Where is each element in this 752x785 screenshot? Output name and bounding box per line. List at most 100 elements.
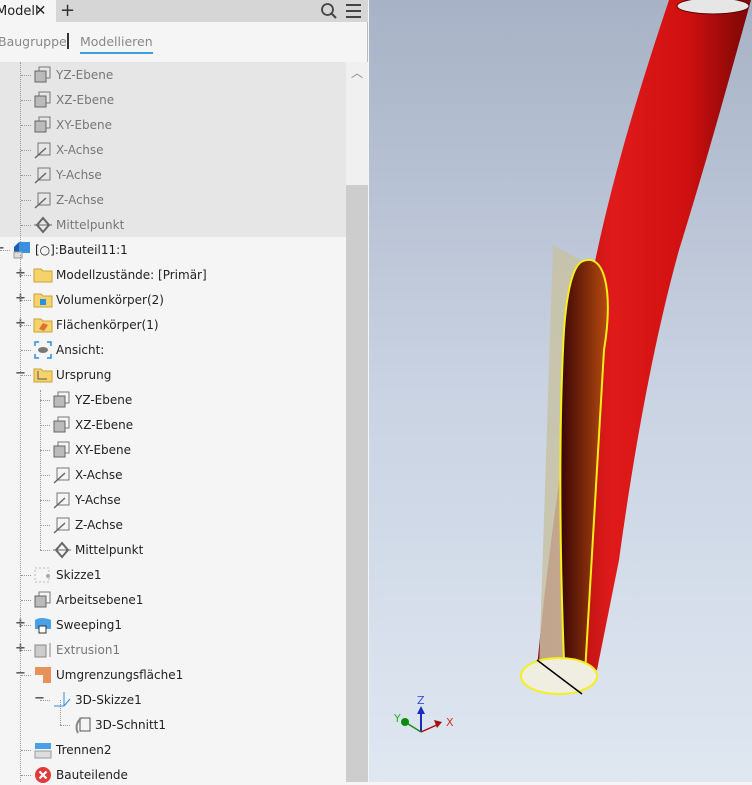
tab-modellieren[interactable]: Modellieren: [80, 34, 153, 54]
tree-item[interactable]: [○]:Bauteil11:1: [12, 240, 128, 260]
plane-icon: [34, 116, 51, 133]
plane-icon: [34, 91, 51, 108]
tree-item[interactable]: X-Achse: [52, 465, 123, 485]
z-axis-label: Z: [417, 694, 425, 707]
tree-connector: [60, 725, 70, 726]
tree-item-label: Sweeping1: [56, 618, 123, 632]
tree-item-label: XY-Ebene: [56, 118, 113, 132]
tube-top-opening: [676, 0, 750, 15]
tree-item[interactable]: XZ-Ebene: [52, 415, 133, 435]
tree-item-label: Ursprung: [56, 368, 112, 382]
tree-item[interactable]: XY-Ebene: [52, 440, 131, 460]
tree-item[interactable]: Volumenkörper(2): [33, 290, 164, 310]
tree-connector: [40, 525, 50, 526]
tree-item[interactable]: Mittelpunkt: [33, 215, 124, 235]
tree-item-label: Modellzustände: [Primär]: [56, 268, 207, 282]
tree-item-label: XZ-Ebene: [56, 93, 115, 107]
browser-mode-tabs: Baugruppe Modellieren: [0, 30, 346, 56]
tree-item[interactable]: Modellzustände: [Primär]: [33, 265, 207, 285]
tree-item-label: Z-Achse: [56, 193, 104, 207]
tree-item-label: XY-Ebene: [75, 443, 132, 457]
plane-icon: [53, 391, 70, 408]
tree-item-label: Umgrenzungsfläche1: [56, 668, 184, 682]
collapse-icon[interactable]: −: [0, 241, 5, 256]
tree-connector: [40, 475, 50, 476]
tree-item-label: Y-Achse: [56, 168, 102, 182]
boundary-patch-icon: [35, 667, 51, 683]
scroll-up-icon[interactable]: ︿: [351, 64, 363, 81]
tree-item[interactable]: YZ-Ebene: [33, 65, 113, 85]
tree-item-label: Arbeitsebene1: [56, 593, 144, 607]
tree-item[interactable]: Z-Achse: [33, 190, 104, 210]
collapse-icon[interactable]: −: [34, 691, 45, 706]
intersection-curve-icon: [75, 717, 91, 734]
axis-icon: [53, 467, 70, 484]
tree-item-label: [○]:Bauteil11:1: [35, 243, 128, 257]
tree-connector: [21, 600, 31, 601]
view-triad[interactable]: Z Y X: [391, 694, 461, 738]
tree-connector: [40, 400, 50, 401]
tree-item[interactable]: Ursprung: [33, 365, 111, 385]
3d-viewport[interactable]: Z Y X: [369, 0, 752, 782]
tree-item[interactable]: XY-Ebene: [33, 115, 112, 135]
point-icon: [34, 216, 52, 234]
axis-icon: [53, 517, 70, 534]
surface-bodies-folder-icon: [33, 318, 53, 333]
scrollbar[interactable]: ︿: [346, 62, 368, 782]
tree-item[interactable]: Skizze1: [33, 565, 102, 585]
tree-item[interactable]: YZ-Ebene: [52, 390, 132, 410]
close-icon[interactable]: ✕: [35, 3, 47, 19]
tree-item-label: Y-Achse: [75, 493, 121, 507]
tree-item[interactable]: Umgrenzungsfläche1: [33, 665, 183, 685]
origin-folder-icon: [33, 368, 53, 383]
tree-item[interactable]: Trennen2: [33, 740, 111, 760]
tree-connector: [21, 125, 31, 126]
tree-item-label: 3D-Skizze1: [75, 693, 142, 707]
axis-icon: [34, 167, 51, 184]
tree-item-label: YZ-Ebene: [75, 393, 133, 407]
3d-sketch-icon: [54, 692, 71, 707]
tree-item[interactable]: Ansicht:: [33, 340, 104, 360]
tree-connector: [21, 150, 31, 151]
tree-guide-line: [20, 255, 21, 782]
tree-item[interactable]: Z-Achse: [52, 515, 123, 535]
tree-guide-line: [40, 390, 41, 550]
tree-connector: [21, 775, 31, 776]
plane-icon: [53, 441, 70, 458]
menu-icon[interactable]: [346, 3, 362, 19]
tree-item-label: YZ-Ebene: [56, 68, 114, 82]
tree-item[interactable]: Extrusion1: [33, 640, 120, 660]
tree-connector: [21, 100, 31, 101]
tree-item-label: Mittelpunkt: [75, 543, 144, 557]
tab-baugruppe[interactable]: Baugruppe: [0, 34, 67, 49]
tree-item-label: Extrusion1: [56, 643, 121, 657]
tree-item[interactable]: Y-Achse: [33, 165, 102, 185]
tab-label: Modell: [0, 3, 39, 19]
tree-item-label: X-Achse: [56, 143, 104, 157]
plane-icon: [34, 591, 51, 608]
tree-item[interactable]: 3D-Schnitt1: [72, 715, 166, 735]
tree-item[interactable]: Sweeping1: [33, 615, 122, 635]
search-icon[interactable]: [320, 2, 338, 20]
tree-item[interactable]: Y-Achse: [52, 490, 121, 510]
tab-modell[interactable]: Modell ✕: [0, 0, 56, 22]
tree-item[interactable]: XZ-Ebene: [33, 90, 114, 110]
add-tab-button[interactable]: +: [60, 0, 75, 22]
tree-item-label: Ansicht:: [56, 343, 105, 357]
tree-item[interactable]: 3D-Skizze1: [52, 690, 142, 710]
tree-item-label: Flächenkörper(1): [56, 318, 159, 332]
tree-connector: [21, 575, 31, 576]
tree-item[interactable]: Flächenkörper(1): [33, 315, 159, 335]
tree-item[interactable]: Bauteilende: [33, 765, 128, 785]
tree-item[interactable]: Mittelpunkt: [52, 540, 143, 560]
divider: [67, 33, 69, 49]
tree-item-label: X-Achse: [75, 468, 123, 482]
scrollbar-thumb[interactable]: [346, 185, 368, 782]
tree-item[interactable]: Arbeitsebene1: [33, 590, 143, 610]
tree-connector: [40, 425, 50, 426]
tree-item[interactable]: X-Achse: [33, 140, 104, 160]
axis-icon: [34, 142, 51, 159]
tree-item-label: XZ-Ebene: [75, 418, 134, 432]
tab-bar: Modell ✕ +: [0, 0, 368, 22]
tree-guide-line: [20, 62, 21, 242]
